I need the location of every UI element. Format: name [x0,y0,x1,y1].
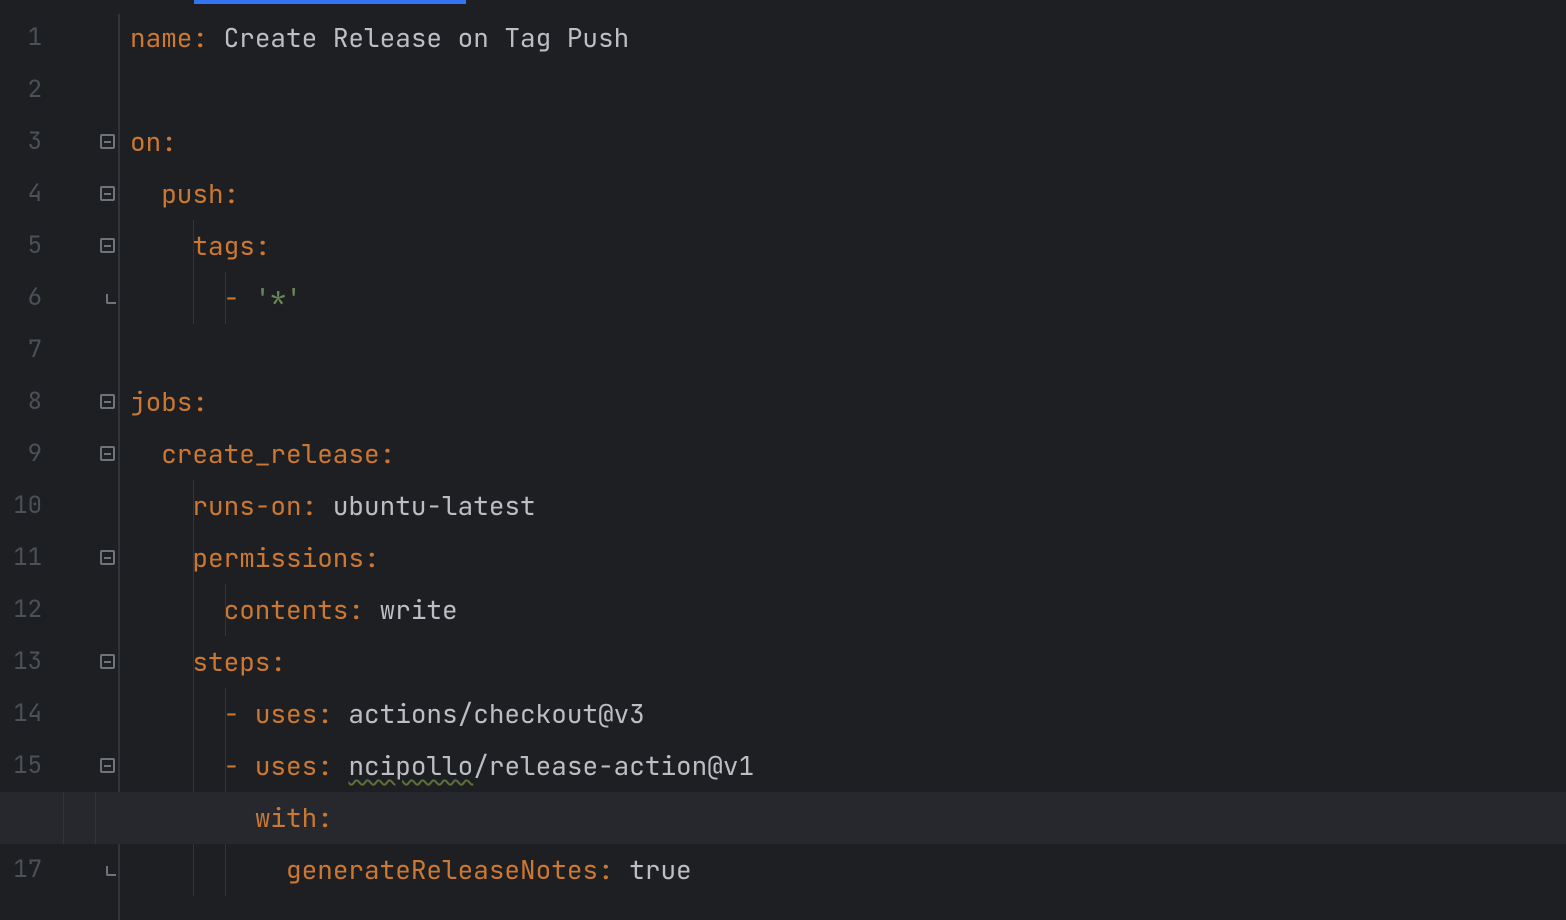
fold-cell [104,688,124,740]
indent-guide [225,272,226,324]
indent-guide [193,480,194,532]
fold-cell [104,740,124,792]
line-number: 3 [0,116,54,168]
fold-cell [104,12,124,64]
code-line[interactable]: on: [130,116,1566,168]
fold-cell [104,168,124,220]
code-line[interactable]: create_release: [130,428,1566,480]
indent-guide [193,740,194,792]
code-line[interactable]: steps: [130,636,1566,688]
indent-guide [225,740,226,792]
fold-collapse-icon[interactable] [100,550,115,565]
code-line[interactable] [130,64,1566,116]
code-line[interactable] [130,324,1566,376]
line-number: 17 [0,844,54,896]
fold-column[interactable] [104,0,124,920]
fold-cell [104,116,124,168]
line-number: 12 [0,584,54,636]
indent-guide [225,688,226,740]
fold-end-icon [106,866,116,876]
fold-cell [104,324,124,376]
indent-guide [63,792,64,844]
code-line[interactable]: jobs: [130,376,1566,428]
indent-guide [193,532,194,584]
line-number: 4 [0,168,54,220]
line-number: 7 [0,324,54,376]
indent-guide [193,272,194,324]
fold-collapse-icon[interactable] [100,186,115,201]
fold-cell [104,532,124,584]
fold-cell [104,64,124,116]
indent-guide [193,688,194,740]
line-number: 2 [0,64,54,116]
line-number: 13 [0,636,54,688]
indent-guide [193,636,194,688]
indent-guide [193,844,194,896]
indent-guide [193,584,194,636]
fold-cell [104,220,124,272]
code-line[interactable]: - uses: ncipollo/release-action@v1 [130,740,1566,792]
indent-guide [225,584,226,636]
code-line[interactable]: - '*' [130,272,1566,324]
fold-cell [104,584,124,636]
fold-collapse-icon[interactable] [100,134,115,149]
fold-cell [104,376,124,428]
indent-guide [193,220,194,272]
fold-collapse-icon[interactable] [100,446,115,461]
code-line[interactable]: name: Create Release on Tag Push [130,12,1566,64]
line-number: 15 [0,740,54,792]
code-editor[interactable]: 1234567891011121314151617 name: Create R… [0,0,1566,920]
code-line[interactable]: tags: [130,220,1566,272]
code-area[interactable]: name: Create Release on Tag Push on: push… [130,0,1566,920]
line-number: 6 [0,272,54,324]
fold-cell [104,480,124,532]
code-line[interactable]: - uses: actions/checkout@v3 [130,688,1566,740]
fold-collapse-icon[interactable] [100,654,115,669]
indent-guide [225,844,226,896]
code-line[interactable]: permissions: [130,532,1566,584]
line-number: 8 [0,376,54,428]
line-number: 5 [0,220,54,272]
fold-cell [104,636,124,688]
line-number: 1 [0,12,54,64]
fold-collapse-icon[interactable] [100,394,115,409]
fold-cell [104,428,124,480]
fold-end-icon [106,294,116,304]
code-line[interactable]: contents: write [130,584,1566,636]
code-line[interactable]: generateReleaseNotes: true [130,844,1566,896]
line-number: 9 [0,428,54,480]
line-number: 11 [0,532,54,584]
code-line[interactable]: push: [130,168,1566,220]
line-number: 14 [0,688,54,740]
line-number: 10 [0,480,54,532]
gutter: 1234567891011121314151617 [0,0,54,920]
fold-collapse-icon[interactable] [100,758,115,773]
fold-cell [104,272,124,324]
fold-collapse-icon[interactable] [100,238,115,253]
fold-cell [104,844,124,896]
code-line[interactable]: with: [0,792,1566,844]
code-line[interactable]: runs-on: ubuntu-latest [130,480,1566,532]
indent-guide [95,792,96,844]
